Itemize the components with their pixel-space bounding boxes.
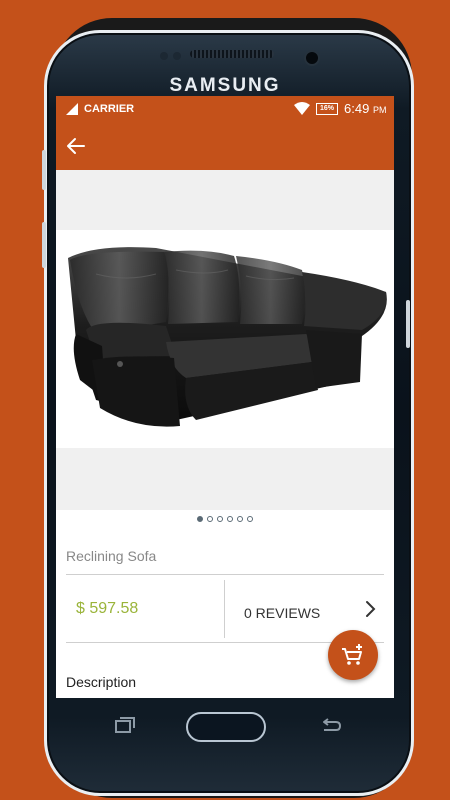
- page-dot[interactable]: [237, 516, 243, 522]
- home-button[interactable]: [186, 712, 266, 742]
- back-arrow-icon[interactable]: [64, 134, 88, 158]
- add-to-cart-icon: [342, 644, 362, 665]
- volume-button-2: [42, 222, 46, 268]
- battery-indicator: 16%: [316, 103, 338, 115]
- product-image: [56, 230, 394, 448]
- chevron-right-icon[interactable]: [364, 600, 376, 618]
- vertical-divider: [224, 580, 225, 638]
- divider: [66, 574, 384, 575]
- power-button: [406, 300, 410, 348]
- clock: 6:49 PM: [344, 101, 386, 116]
- sensor-dot: [160, 52, 168, 60]
- sofa-image: [68, 247, 387, 427]
- recent-apps-icon[interactable]: [114, 716, 136, 734]
- back-key-icon[interactable]: [320, 716, 342, 734]
- page-dot[interactable]: [217, 516, 223, 522]
- page-dot-active[interactable]: [197, 516, 203, 522]
- earpiece-speaker: [190, 50, 274, 58]
- signal-icon: [66, 103, 78, 115]
- front-camera: [304, 50, 320, 66]
- sensor-dot: [173, 52, 181, 60]
- clock-ampm: PM: [372, 105, 387, 115]
- product-name: Reclining Sofa: [66, 548, 157, 564]
- image-gallery[interactable]: [56, 170, 394, 510]
- page-dot[interactable]: [227, 516, 233, 522]
- gallery-pagination: [56, 516, 394, 528]
- reviews-link[interactable]: 0 REVIEWS: [244, 605, 320, 621]
- add-to-cart-button[interactable]: [328, 630, 378, 680]
- status-bar: CARRIER 16% 6:49 PM: [56, 96, 394, 122]
- carrier-label: CARRIER: [84, 103, 135, 115]
- clock-time: 6:49: [344, 101, 370, 116]
- brand-logo: SAMSUNG: [169, 75, 281, 96]
- volume-button: [42, 150, 46, 190]
- product-price: $ 597.58: [76, 600, 139, 617]
- description-heading: Description: [66, 674, 137, 690]
- app-screen: CARRIER 16% 6:49 PM Reclining Sofa $ 597…: [56, 96, 394, 698]
- battery-level: 16%: [319, 105, 334, 112]
- app-bar: [56, 122, 394, 170]
- wifi-icon: [294, 102, 310, 115]
- page-dot[interactable]: [207, 516, 213, 522]
- page-dot[interactable]: [247, 516, 253, 522]
